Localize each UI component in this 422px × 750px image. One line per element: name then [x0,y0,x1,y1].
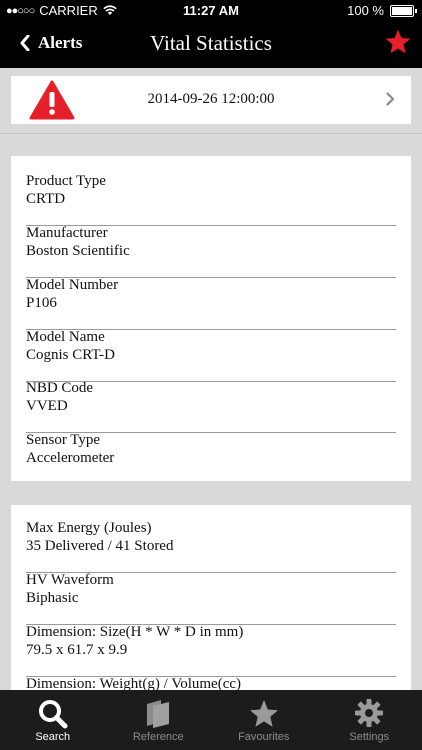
tab-settings[interactable]: Settings [317,690,422,750]
field-value: Biphasic [26,590,79,606]
field-label: Manufacturer [26,225,108,241]
field-label: Product Type [26,173,106,189]
search-icon [38,700,68,729]
field-label: Max Energy (Joules) [26,520,152,536]
field-value: CRTD [26,191,66,207]
nav-bar: Alerts Vital Statistics [0,22,422,68]
tab-favourites[interactable]: Favourites [211,690,317,750]
star-icon [385,29,411,54]
tab-label: Search [35,731,71,743]
status-right: 100 % [347,3,417,18]
field-model-name: Model Name Cognis CRT-D [26,329,396,382]
alert-datetime: 2014-09-26 12:00:00 [147,91,275,107]
field-product-type: Product Type CRTD [26,173,396,226]
field-value: VVED [26,398,68,414]
field-nbd-code: NBD Code VVED [26,380,396,433]
field-model-number: Model Number P106 [26,277,396,330]
field-manufacturer: Manufacturer Boston Scientific [26,225,396,278]
section-divider [0,133,422,134]
field-dimension-size: Dimension: Size(H * W * D in mm) 79.5 x … [26,624,396,677]
field-label: NBD Code [26,380,94,396]
field-value: 79.5 x 61.7 x 9.9 [26,642,128,658]
tab-label: Settings [349,731,390,743]
field-value: 35 Delivered / 41 Stored [26,538,174,554]
tab-bar: Search Reference Favourites Settings [0,690,422,750]
alert-row[interactable]: 2014-09-26 12:00:00 [11,76,411,124]
tab-reference[interactable]: Reference [106,690,212,750]
field-hv-waveform: HV Waveform Biphasic [26,572,396,625]
field-label: Sensor Type [26,432,101,448]
field-value: Accelerometer [26,450,115,466]
gear-icon [355,699,384,727]
tab-label: Reference [132,731,184,743]
tab-label: Favourites [238,731,290,743]
specs-card: Max Energy (Joules) 35 Delivered / 41 St… [11,505,411,695]
field-label: Dimension: Size(H * W * D in mm) [26,624,244,640]
book-icon [147,700,170,728]
battery-icon [390,4,417,17]
favourite-button[interactable] [384,28,412,61]
field-value: Boston Scientific [26,243,130,259]
page-title: Vital Statistics [150,31,272,55]
field-value: P106 [26,295,57,311]
tab-search[interactable]: Search [0,690,106,750]
field-max-energy: Max Energy (Joules) 35 Delivered / 41 St… [26,520,396,573]
star-icon [249,700,278,727]
field-label: Model Name [26,329,105,345]
battery-percent: 100 % [347,3,384,18]
field-label: HV Waveform [26,572,114,588]
field-label: Model Number [26,277,119,293]
field-sensor-type: Sensor Type Accelerometer [26,432,396,484]
status-bar: ●●○○○ CARRIER 11:27 AM 100 % [0,0,422,22]
device-info-card: Product Type CRTD Manufacturer Boston Sc… [11,156,411,481]
field-value: Cognis CRT-D [26,347,115,363]
chevron-right-icon [386,92,395,106]
